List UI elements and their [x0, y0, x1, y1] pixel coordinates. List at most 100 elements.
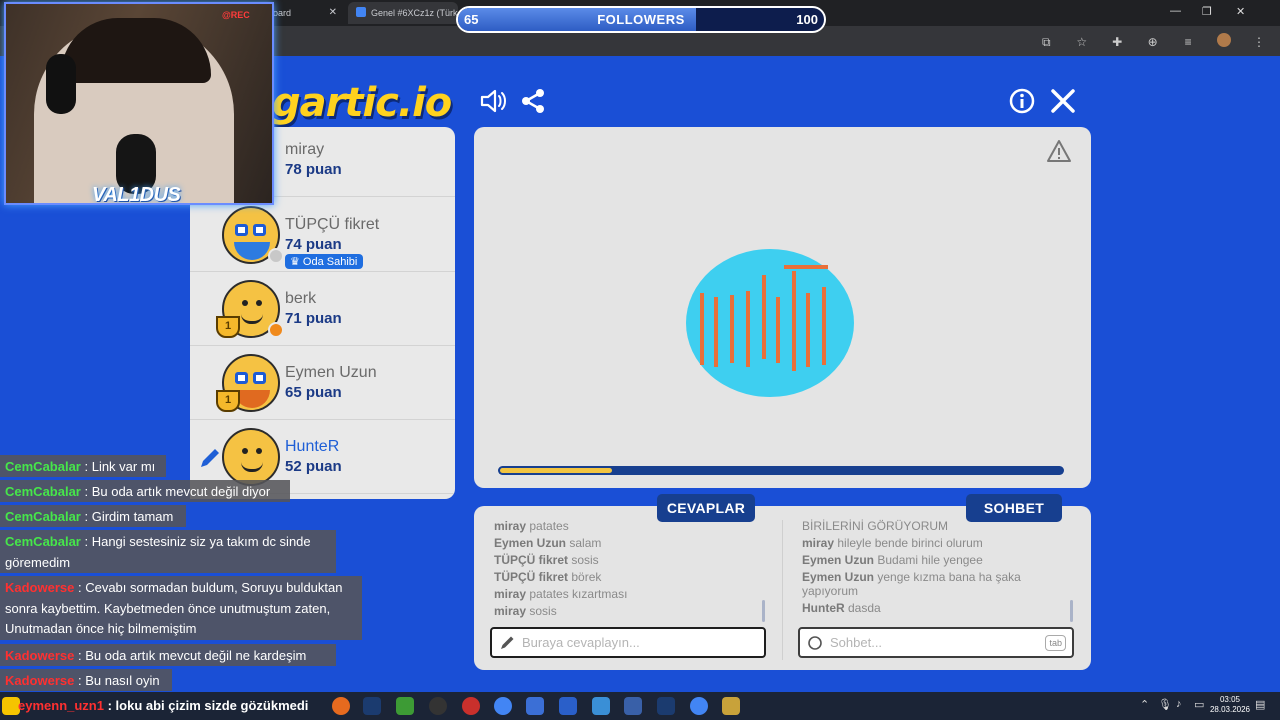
chat-scrollbar[interactable]: [1070, 600, 1073, 622]
chat-username[interactable]: CemCabalar: [5, 534, 81, 549]
close-window-icon[interactable]: ✕: [1236, 5, 1245, 18]
chat-username[interactable]: CemCabalar: [5, 509, 81, 524]
menu-icon[interactable]: ⋮: [1252, 35, 1266, 49]
stream-chat-message: CemCabalar : Bu oda artık mevcut değil d…: [0, 480, 290, 502]
message-item: miray patates kızartması: [494, 587, 759, 601]
profile-avatar[interactable]: [1216, 33, 1231, 47]
message-user: miray: [494, 587, 530, 601]
message-item: Eymen Uzun yenge kızma bana ha şaka yapı…: [802, 570, 1067, 598]
install-app-icon[interactable]: ⧉: [1039, 35, 1053, 49]
chrome-icon[interactable]: [690, 697, 708, 715]
volume-icon[interactable]: ♪: [1176, 698, 1182, 710]
chat-input-box[interactable]: tab: [798, 627, 1074, 658]
answer-input-box[interactable]: [490, 627, 766, 658]
message-item: TÜPÇÜ fikret sosis: [494, 553, 759, 567]
chat-username[interactable]: eymenn_uzn1: [18, 698, 104, 713]
message-user: TÜPÇÜ fikret: [494, 570, 572, 584]
sound-icon[interactable]: [478, 86, 508, 116]
tab-answers[interactable]: CEVAPLAR: [657, 494, 755, 522]
headphone-shape: [46, 54, 76, 114]
favicon-icon: [356, 7, 366, 17]
restore-icon[interactable]: ❐: [1202, 5, 1212, 18]
stream-chat-message: CemCabalar : Link var mı: [0, 455, 166, 477]
player-name: Eymen Uzun: [285, 364, 377, 381]
league-icon[interactable]: [722, 697, 740, 715]
player-name: miray: [285, 141, 325, 158]
chat-input[interactable]: [830, 635, 1030, 650]
network-icon[interactable]: ▭: [1194, 698, 1204, 711]
player-row[interactable]: 1 berk 71 puan: [190, 272, 455, 346]
message-user: TÜPÇÜ fikret: [494, 553, 572, 567]
app-icon[interactable]: [526, 697, 544, 715]
share-icon[interactable]: [518, 86, 548, 116]
tray-chevron-icon[interactable]: ⌃: [1140, 698, 1149, 711]
toolbar-icons: ⧉ ☆ ✚ ⊕ ≡ ⋮: [1022, 33, 1266, 49]
system-clock[interactable]: 03:05 28.03.2026: [1210, 695, 1250, 715]
app-icon[interactable]: [592, 697, 610, 715]
webcam-overlay: @REC VAL1DUS: [4, 2, 274, 205]
browser-tab-active[interactable]: Genel #6XCz1z (Türkçe) - G: [348, 2, 458, 24]
chat-text: : Girdim tamam: [80, 509, 174, 524]
tab-chat[interactable]: SOHBET: [966, 494, 1062, 522]
shield-app-icon[interactable]: [396, 697, 414, 715]
answers-scrollbar[interactable]: [762, 600, 765, 622]
steam-icon[interactable]: [363, 697, 381, 715]
clock-time: 03:05: [1219, 695, 1240, 704]
round-timer-bar: [498, 466, 1064, 475]
status-dot: [268, 322, 284, 338]
stream-chat-message: eymenn_uzn1 : loku abi çizim sizde gözük…: [18, 698, 308, 713]
close-icon[interactable]: [1048, 86, 1078, 116]
message-user: miray: [802, 536, 838, 550]
minimize-icon[interactable]: —: [1170, 5, 1181, 17]
close-icon[interactable]: ✕: [329, 2, 337, 24]
answer-input[interactable]: [522, 635, 722, 650]
message-text: patates kızartması: [529, 587, 628, 601]
followers-label: FOLLOWERS: [597, 12, 685, 27]
trophy-icon: 1: [216, 390, 240, 412]
chat-username[interactable]: Kadowerse: [5, 648, 74, 663]
message-item: miray sosis: [494, 604, 759, 618]
player-score: 74 puan: [285, 236, 342, 253]
chat-username[interactable]: CemCabalar: [5, 484, 81, 499]
player-row[interactable]: 1 Eymen Uzun 65 puan: [190, 346, 455, 420]
info-icon[interactable]: [1007, 86, 1037, 116]
chat-text: : Bu nasıl oyin: [74, 673, 160, 688]
message-user: Eymen Uzun: [802, 553, 878, 567]
answers-list: miray patates Eymen Uzun salam TÜPÇÜ fikre…: [494, 519, 759, 627]
player-score: 71 puan: [285, 310, 342, 327]
steam-icon[interactable]: [657, 697, 675, 715]
trophy-icon: 1: [216, 316, 240, 338]
chat-username[interactable]: Kadowerse: [5, 673, 74, 688]
streamer-brand: VAL1DUS: [92, 184, 181, 205]
chat-text: : loku abi çizim sizde gözükmedi: [103, 698, 309, 713]
round-timer-fill: [500, 468, 612, 473]
chat-username[interactable]: CemCabalar: [5, 459, 81, 474]
app-icon[interactable]: [624, 697, 642, 715]
obs-icon[interactable]: [429, 697, 447, 715]
message-item: Eymen Uzun salam: [494, 536, 759, 550]
firefox-icon[interactable]: [332, 697, 350, 715]
player-row[interactable]: TÜPÇÜ fikret 74 puan ♛ Oda Sahibi: [190, 198, 455, 272]
app-icon[interactable]: [559, 697, 577, 715]
chat-username[interactable]: Kadowerse: [5, 580, 74, 595]
player-name: TÜPÇÜ fikret: [285, 216, 380, 233]
message-user: miray: [494, 604, 530, 618]
opera-icon[interactable]: [462, 697, 480, 715]
profile-switch-icon[interactable]: ⊕: [1146, 35, 1160, 49]
os-taskbar: ⌃ 🎙 ♪ ▭ 03:05 28.03.2026 ▤ eymenn_uzn1 :…: [0, 692, 1280, 720]
browser-tab[interactable]: oard ✕: [265, 2, 345, 24]
microphone-icon[interactable]: 🎙: [1158, 698, 1172, 711]
drawing-canvas[interactable]: [474, 127, 1091, 488]
divider: [782, 520, 783, 660]
message-item: miray hileyle bende birinci olurum: [802, 536, 1067, 550]
reading-list-icon[interactable]: ≡: [1181, 35, 1195, 49]
chrome-icon[interactable]: [494, 697, 512, 715]
bookmark-star-icon[interactable]: ☆: [1075, 35, 1089, 49]
chat-bubble-icon: [808, 636, 822, 650]
stream-chat-message: Kadowerse : Bu oda artık mevcut değil ne…: [0, 644, 336, 666]
stream-chat-message: Kadowerse : Cevabı sormadan buldum, Soru…: [0, 576, 362, 640]
report-warning-icon[interactable]: [1046, 139, 1072, 163]
extensions-icon[interactable]: ✚: [1110, 35, 1124, 49]
message-text: hileyle bende birinci olurum: [837, 536, 983, 550]
notification-icon[interactable]: ▤: [1255, 698, 1265, 711]
